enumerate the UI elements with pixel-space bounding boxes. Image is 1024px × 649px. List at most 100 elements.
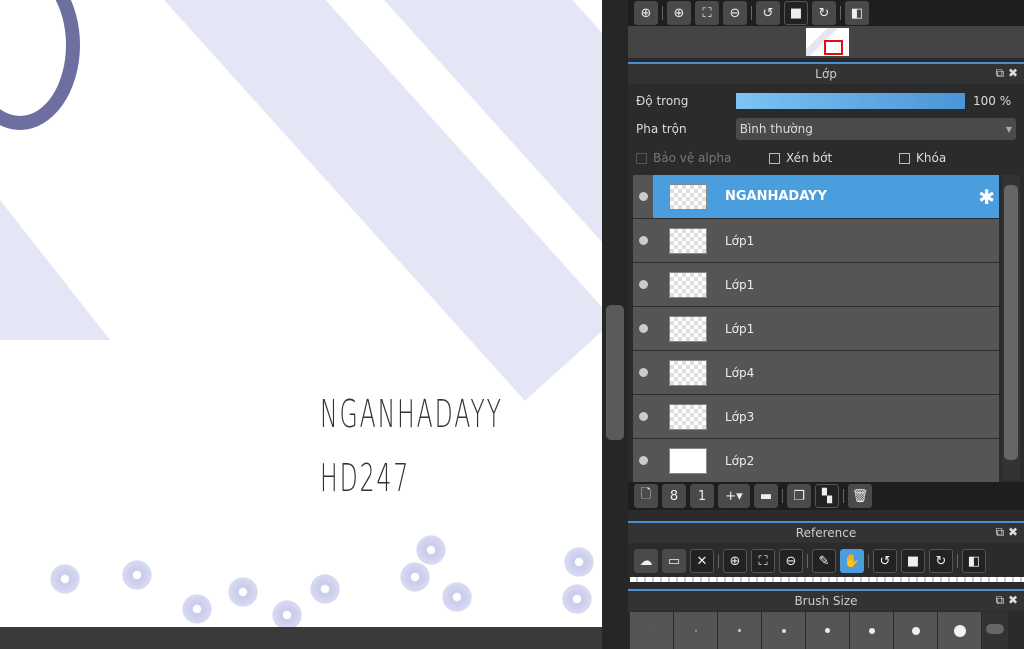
- protect-alpha-checkbox[interactable]: Bảo vệ alpha: [636, 151, 769, 165]
- clipping-checkbox[interactable]: Xén bớt: [769, 151, 899, 165]
- layer-row[interactable]: NGANHADAYY ✱: [633, 175, 999, 218]
- eyedropper-icon[interactable]: ✎: [812, 549, 836, 573]
- gear-icon[interactable]: ✱: [978, 185, 995, 209]
- flower-decoration: [562, 545, 596, 579]
- layer-thumbnail: [669, 227, 707, 254]
- layer-row[interactable]: Lớp1: [633, 263, 999, 306]
- zoom-in-icon[interactable]: ⊕: [667, 1, 691, 25]
- flower-decoration: [226, 575, 260, 609]
- brush-size-option[interactable]: [938, 612, 981, 649]
- reset-rotate-icon[interactable]: ■: [901, 549, 925, 573]
- layer-panel-header: Lớp ⧉ ✖: [628, 62, 1024, 84]
- brush-size-panel-header: Brush Size ⧉ ✖: [628, 589, 1024, 611]
- zoom-out-icon[interactable]: ⊖: [723, 1, 747, 25]
- layer-row[interactable]: Lớp1: [633, 219, 999, 262]
- layer-thumbnail: [669, 447, 707, 474]
- layer-name: Lớp1: [725, 321, 755, 336]
- flip-icon[interactable]: ◧: [962, 549, 986, 573]
- close-icon[interactable]: ✖: [1008, 593, 1018, 607]
- blend-value: Bình thường: [739, 122, 813, 136]
- visibility-icon[interactable]: [633, 175, 653, 218]
- new-8bit-layer-icon[interactable]: 8: [662, 484, 686, 508]
- popout-icon[interactable]: ⧉: [996, 593, 1005, 607]
- navigator-preview[interactable]: [628, 26, 1024, 58]
- layer-row[interactable]: Lớp3: [633, 395, 999, 438]
- flower-decoration: [270, 598, 304, 627]
- new-layer-icon[interactable]: 🗋: [634, 484, 658, 508]
- layer-name: Lớp1: [725, 277, 755, 292]
- add-layer-dropdown-icon[interactable]: +▾: [718, 484, 750, 508]
- layer-name: Lớp4: [725, 365, 755, 380]
- flower-decoration: [560, 582, 594, 616]
- layer-scrollbar[interactable]: [1002, 175, 1020, 480]
- visibility-icon[interactable]: [633, 412, 653, 421]
- layer-thumbnail: [669, 315, 707, 342]
- layer-name: NGANHADAYY: [725, 189, 827, 204]
- duplicate-layer-icon[interactable]: ❐: [787, 484, 811, 508]
- opacity-slider[interactable]: [736, 93, 965, 109]
- delete-layer-icon[interactable]: 🗑: [848, 484, 872, 508]
- reset-rotate-icon[interactable]: ■: [784, 1, 808, 25]
- rotate-right-icon[interactable]: ↻: [929, 549, 953, 573]
- blend-mode-select[interactable]: Bình thường ▼: [735, 118, 1016, 140]
- open-folder-icon[interactable]: ▭: [662, 549, 686, 573]
- new-1bit-layer-icon[interactable]: 1: [690, 484, 714, 508]
- layer-toolbar: 🗋 8 1 +▾ ▬ ❐ ▚ 🗑: [628, 482, 1024, 510]
- popout-icon[interactable]: ⧉: [996, 525, 1005, 539]
- brush-size-scrollbar[interactable]: [982, 612, 1008, 649]
- flower-decoration: [180, 592, 214, 626]
- close-icon[interactable]: ✖: [1008, 525, 1018, 539]
- lock-checkbox[interactable]: Khóa: [899, 151, 946, 165]
- viewport-rect[interactable]: [824, 40, 843, 55]
- rotate-right-icon[interactable]: ↻: [812, 1, 836, 25]
- brush-size-panel-title: Brush Size: [794, 594, 858, 608]
- scrollbar-thumb[interactable]: [606, 305, 624, 440]
- layer-thumbnail: [669, 403, 707, 430]
- navigator-thumbnail: [806, 28, 849, 56]
- visibility-icon[interactable]: [633, 236, 653, 245]
- canvas-text-2: HD247: [320, 456, 411, 500]
- navigator-toolbar: ⊕ ⊕ ⛶ ⊖ ↺ ■ ↻ ◧: [628, 0, 1024, 26]
- folder-icon[interactable]: ▬: [754, 484, 778, 508]
- brush-size-option[interactable]: [674, 612, 717, 649]
- fit-icon[interactable]: ⛶: [695, 1, 719, 25]
- flip-icon[interactable]: ◧: [845, 1, 869, 25]
- layer-row[interactable]: Lớp1: [633, 307, 999, 350]
- popout-icon[interactable]: ⧉: [996, 66, 1005, 80]
- rotate-left-icon[interactable]: ↺: [873, 549, 897, 573]
- close-icon[interactable]: ✖: [1008, 66, 1018, 80]
- flower-decoration: [120, 558, 154, 592]
- layer-row[interactable]: Lớp4: [633, 351, 999, 394]
- brush-size-option[interactable]: [894, 612, 937, 649]
- layer-name: Lớp1: [725, 233, 755, 248]
- brush-size-option[interactable]: [718, 612, 761, 649]
- cloud-download-icon[interactable]: ☁: [634, 549, 658, 573]
- drawing-canvas[interactable]: NGANHADAYY HD247: [0, 0, 602, 627]
- canvas-scrollbar[interactable]: [602, 0, 628, 649]
- layer-scrollbar-thumb[interactable]: [1004, 185, 1018, 460]
- fit-icon[interactable]: ⛶: [751, 549, 775, 573]
- rotate-left-icon[interactable]: ↺: [756, 1, 780, 25]
- visibility-icon[interactable]: [633, 368, 653, 377]
- layer-panel-title: Lớp: [815, 67, 837, 81]
- brush-size-option[interactable]: [762, 612, 805, 649]
- brush-size-option[interactable]: [630, 612, 673, 649]
- hand-icon[interactable]: ✋: [840, 549, 864, 573]
- brush-size-option[interactable]: [806, 612, 849, 649]
- zoom-actual-icon[interactable]: ⊕: [634, 1, 658, 25]
- visibility-icon[interactable]: [633, 280, 653, 289]
- merge-layer-icon[interactable]: ▚: [815, 484, 839, 508]
- status-bar: [0, 627, 602, 649]
- reference-toolbar: ☁ ▭ ✕ ⊕ ⛶ ⊖ ✎ ✋ ↺ ■ ↻ ◧: [628, 547, 992, 575]
- reference-view[interactable]: [630, 577, 1024, 582]
- protect-alpha-label: Bảo vệ alpha: [653, 151, 732, 165]
- close-reference-icon[interactable]: ✕: [690, 549, 714, 573]
- brush-size-option[interactable]: [850, 612, 893, 649]
- zoom-out-icon[interactable]: ⊖: [779, 549, 803, 573]
- zoom-in-icon[interactable]: ⊕: [723, 549, 747, 573]
- visibility-icon[interactable]: [633, 324, 653, 333]
- layer-row[interactable]: Lớp2: [633, 439, 999, 482]
- visibility-icon[interactable]: [633, 456, 653, 465]
- flower-decoration: [398, 560, 432, 594]
- flower-decoration: [308, 572, 342, 606]
